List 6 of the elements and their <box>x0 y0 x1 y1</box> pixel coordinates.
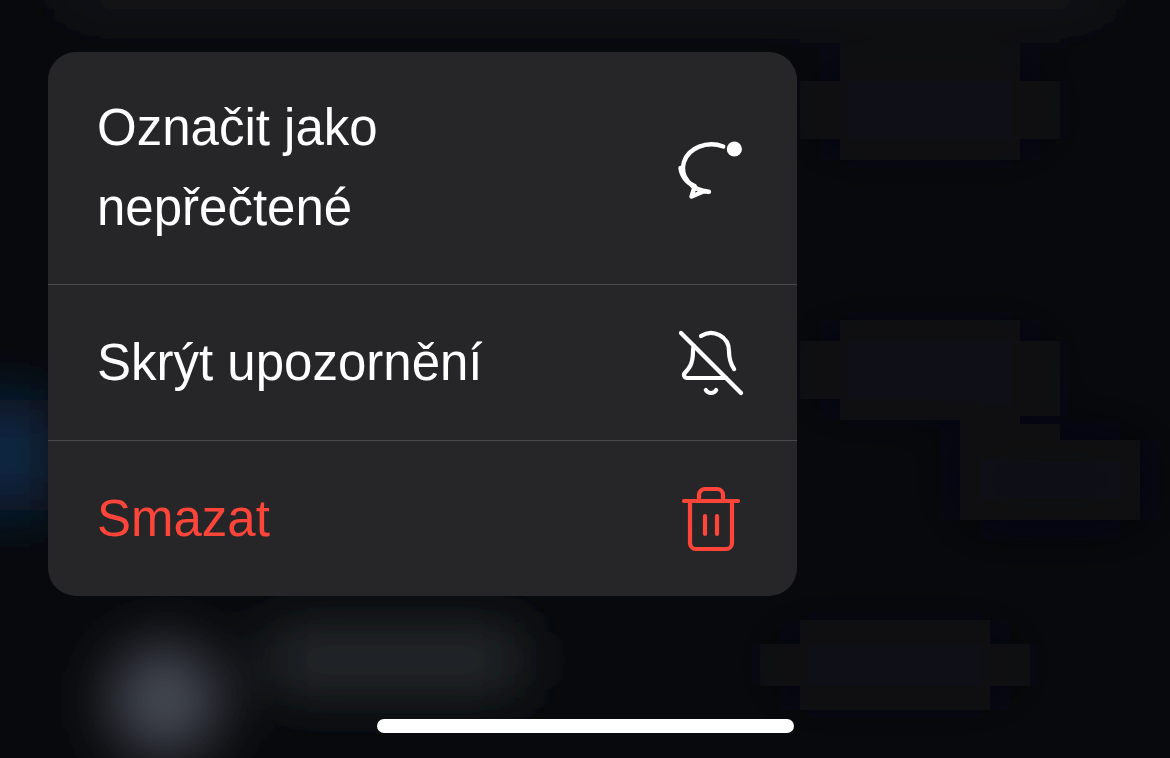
menu-item-label: Označit jako nepřečtené <box>97 98 379 238</box>
menu-item-label: Smazat <box>97 488 271 549</box>
menu-item[interactable]: Skrýt upozornění <box>48 284 797 440</box>
menu-item-label: Skrýt upozornění <box>97 332 484 393</box>
menu-item[interactable]: Smazat <box>48 440 797 596</box>
menu-item[interactable]: Označit jako nepřečtené <box>48 52 797 284</box>
